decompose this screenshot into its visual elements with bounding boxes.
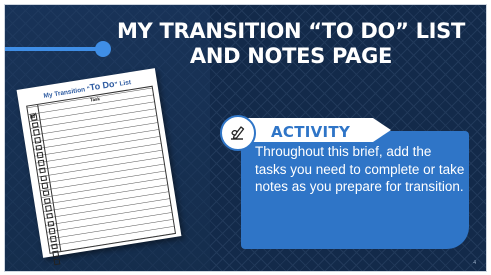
checkbox — [43, 197, 51, 205]
checkbox — [31, 121, 39, 129]
checkbox — [49, 235, 57, 243]
todo-worksheet: My Transition “To Do” List Task — [16, 68, 182, 265]
checkbox — [37, 159, 45, 167]
slide-title-line-1: MY TRANSITION “TO DO” LIST — [116, 19, 466, 43]
slide: MY TRANSITION “TO DO” LIST AND NOTES PAG… — [4, 4, 487, 272]
checkbox — [48, 228, 55, 235]
checkbox — [34, 137, 41, 144]
checkbox — [36, 152, 43, 159]
slide-title-line-2: AND NOTES PAGE — [189, 44, 393, 68]
checkbox — [30, 114, 37, 121]
activity-label: ACTIVITY — [271, 123, 351, 141]
worksheet-title-emphasis: To Do — [89, 78, 116, 93]
title-connector-line — [5, 47, 105, 51]
checkbox — [52, 250, 59, 258]
checkbox — [45, 205, 52, 212]
checkbox — [41, 182, 48, 189]
checkbox — [35, 144, 42, 151]
checkbox — [53, 258, 60, 265]
worksheet-title-suffix: ” List — [114, 79, 132, 89]
checkbox-header-icon — [28, 105, 37, 119]
page-number: 4 — [473, 260, 476, 266]
slide-title: MY TRANSITION “TO DO” LIST AND NOTES PAG… — [105, 19, 477, 69]
activity-icon-badge — [220, 115, 256, 151]
checkbox — [42, 190, 49, 197]
writing-hand-icon — [231, 126, 245, 140]
checkbox — [33, 129, 40, 136]
checkbox — [39, 167, 46, 174]
checkbox — [40, 174, 47, 182]
checkbox — [47, 220, 54, 227]
activity-panel: Throughout this brief, add the tasks you… — [241, 131, 469, 249]
checkbox — [51, 243, 58, 250]
activity-text: Throughout this brief, add the tasks you… — [255, 144, 465, 194]
worksheet-grid: Task — [26, 85, 177, 265]
checkbox — [46, 212, 53, 220]
